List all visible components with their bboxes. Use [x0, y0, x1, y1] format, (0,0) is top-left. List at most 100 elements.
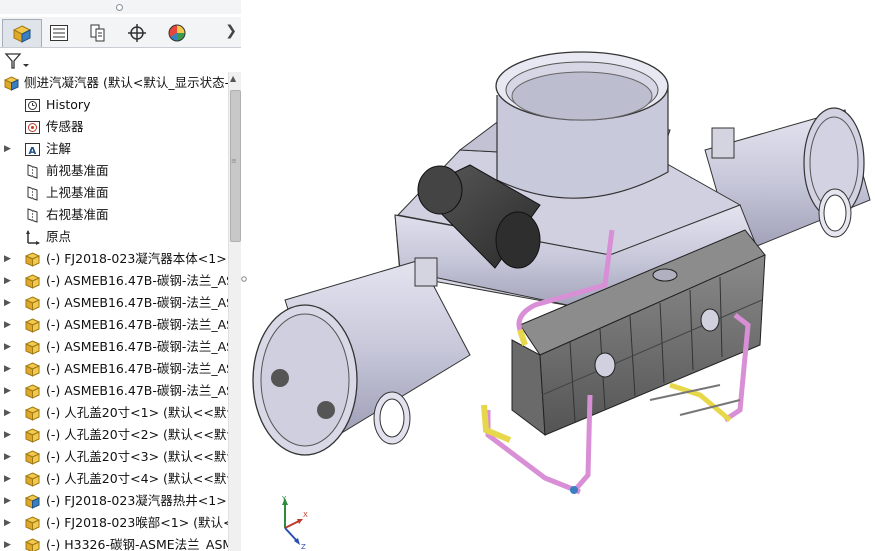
part-icon — [24, 537, 41, 551]
tree-item[interactable]: ▶ (-) ASMEB16.47B-碳钢-法兰_ASI — [0, 314, 228, 336]
expand-arrow-icon[interactable]: ▶ — [4, 336, 14, 358]
tree-item[interactable]: ▶ (-) ASMEB16.47B-碳钢-法兰_ASI — [0, 358, 228, 380]
tree-item[interactable]: 上视基准面 — [0, 182, 228, 204]
tree-vertical-scrollbar[interactable]: ▲ ≡ — [228, 72, 241, 551]
tree-item[interactable]: ▶ (-) FJ2018-023喉部<1> (默认<< — [0, 512, 228, 534]
tree-item[interactable]: History — [0, 94, 228, 116]
scrollbar-grip-icon: ≡ — [231, 157, 237, 165]
part-icon — [24, 383, 41, 400]
history-icon — [24, 97, 41, 114]
expand-arrow-icon[interactable]: ▶ — [4, 490, 14, 512]
tree-item[interactable]: ▶ A 注解 — [0, 138, 228, 160]
part-icon — [24, 515, 41, 532]
tree-item-label: (-) 人孔盖20寸<4> (默认<<默认 — [46, 471, 228, 486]
tree-item-label: 注解 — [46, 141, 72, 156]
filter-button[interactable] — [3, 51, 33, 71]
tree-item-label: 前视基准面 — [46, 163, 109, 178]
property-manager-tab[interactable] — [40, 19, 78, 46]
dimxpert-icon — [128, 23, 146, 42]
tree-item-label: (-) ASMEB16.47B-碳钢-法兰_ASI — [46, 361, 228, 376]
plane-icon — [24, 207, 41, 224]
expand-arrow-icon[interactable]: ▶ — [4, 424, 14, 446]
tree-item-label: 右视基准面 — [46, 207, 109, 222]
tree-item[interactable]: ▶ (-) FJ2018-023凝汽器本体<1> (默 — [0, 248, 228, 270]
property-manager-icon — [50, 24, 68, 41]
scroll-up-icon[interactable]: ▲ — [230, 74, 236, 83]
expand-arrow-icon[interactable]: ▶ — [4, 468, 14, 490]
expand-arrow-icon[interactable]: ▶ — [4, 402, 14, 424]
tree-item[interactable]: ▶ (-) 人孔盖20寸<3> (默认<<默认 — [0, 446, 228, 468]
tree-root-item[interactable]: 侧进汽凝汽器 (默认<默认_显示状态-1 — [0, 72, 228, 94]
tree-item[interactable]: ▶ (-) ASMEB16.47B-碳钢-法兰_ASI — [0, 270, 228, 292]
tree-item[interactable]: ▶ (-) 人孔盖20寸<1> (默认<<默认 — [0, 402, 228, 424]
annotation-icon: A — [24, 141, 41, 158]
part-icon — [24, 449, 41, 466]
graphics-viewport[interactable]: Y X Z — [247, 0, 875, 551]
tree-item[interactable]: 右视基准面 — [0, 204, 228, 226]
tree-item-label: 原点 — [46, 229, 72, 244]
tree-item[interactable]: ▶ (-) 人孔盖20寸<4> (默认<<默认 — [0, 468, 228, 490]
tree-item[interactable]: ▶ (-) 人孔盖20寸<2> (默认<<默认 — [0, 424, 228, 446]
tree-item-label: 上视基准面 — [46, 185, 109, 200]
tree-item-label: (-) 人孔盖20寸<2> (默认<<默认 — [46, 427, 228, 442]
feature-manager-tab[interactable] — [2, 19, 42, 47]
feature-manager-icon — [12, 24, 32, 43]
tree-item[interactable]: ▶ (-) ASMEB16.47B-碳钢-法兰_ASI — [0, 336, 228, 358]
expand-arrow-icon[interactable]: ▶ — [4, 358, 14, 380]
sensor-icon — [24, 119, 41, 136]
panel-tab-bar: ❯ — [0, 17, 241, 48]
scrollbar-thumb[interactable] — [230, 90, 241, 242]
tree-item-label: (-) ASMEB16.47B-碳钢-法兰_ASI — [46, 383, 228, 398]
expand-arrow-icon[interactable]: ▶ — [4, 314, 14, 336]
orientation-triad: Y X Z — [273, 493, 313, 551]
drag-dot-icon — [116, 4, 123, 11]
part-icon — [24, 295, 41, 312]
dimxpert-tab[interactable] — [118, 19, 156, 46]
filter-icon — [4, 53, 29, 69]
part-icon — [24, 427, 41, 444]
left-shell-cylinder — [252, 257, 471, 456]
tree-item-label: 传感器 — [46, 119, 84, 134]
assembly-icon — [24, 493, 41, 510]
tree-item[interactable]: ▶ (-) FJ2018-023凝汽器热井<1> (默 — [0, 490, 228, 512]
expand-arrow-icon[interactable]: ▶ — [4, 248, 14, 270]
condenser-model-3d[interactable] — [247, 0, 875, 551]
tree-item[interactable]: ▶ (-) ASMEB16.47B-碳钢-法兰_ASI — [0, 380, 228, 402]
part-icon — [24, 317, 41, 334]
expand-arrow-icon[interactable]: ▶ — [4, 534, 14, 551]
part-icon — [24, 361, 41, 378]
tree-item[interactable]: 原点 — [0, 226, 228, 248]
expand-arrow-icon[interactable]: ▶ — [4, 380, 14, 402]
part-icon — [24, 273, 41, 290]
expand-arrow-icon[interactable]: ▶ — [4, 512, 14, 534]
tree-item-label: (-) 人孔盖20寸<3> (默认<<默认 — [46, 449, 228, 464]
tree-item-label: History — [46, 97, 91, 112]
origin-icon — [24, 229, 41, 246]
tree-item-label: (-) ASMEB16.47B-碳钢-法兰_ASI — [46, 339, 228, 354]
configuration-manager-tab[interactable] — [79, 19, 117, 46]
triad-z-label: Z — [301, 543, 306, 551]
tree-item[interactable]: ▶ (-) ASMEB16.47B-碳钢-法兰_ASI — [0, 292, 228, 314]
tree-item[interactable]: 传感器 — [0, 116, 228, 138]
display-manager-tab[interactable] — [158, 19, 196, 46]
expand-arrow-icon[interactable]: ▶ — [4, 270, 14, 292]
tree-item-label: (-) FJ2018-023凝汽器热井<1> (默 — [46, 493, 228, 508]
triad-x-label: X — [303, 511, 308, 519]
tabs-more-icon[interactable]: ❯ — [225, 23, 237, 39]
panel-drag-handle[interactable] — [0, 0, 241, 14]
configuration-manager-icon — [90, 24, 105, 41]
steam-inlet-throat — [495, 51, 669, 199]
part-icon — [24, 405, 41, 422]
plane-icon — [24, 163, 41, 180]
expand-arrow-icon[interactable]: ▶ — [4, 138, 14, 160]
part-icon — [24, 339, 41, 356]
tree-item-label: (-) FJ2018-023凝汽器本体<1> (默 — [46, 251, 228, 266]
display-manager-icon — [168, 24, 186, 41]
tree-item-label: (-) 人孔盖20寸<1> (默认<<默认 — [46, 405, 228, 420]
tree-root-label: 侧进汽凝汽器 (默认<默认_显示状态-1 — [24, 75, 228, 90]
tree-item[interactable]: ▶ (-) H3326-碳钢-ASME法兰_ASM — [0, 534, 228, 551]
expand-arrow-icon[interactable]: ▶ — [4, 446, 14, 468]
tree-item[interactable]: 前视基准面 — [0, 160, 228, 182]
tree-item-label: (-) ASMEB16.47B-碳钢-法兰_ASI — [46, 317, 228, 332]
expand-arrow-icon[interactable]: ▶ — [4, 292, 14, 314]
